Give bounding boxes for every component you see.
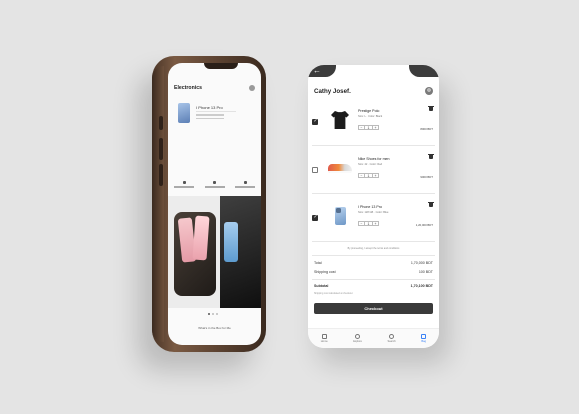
minus-button[interactable]: − (358, 125, 365, 130)
feature-row (174, 181, 255, 193)
subtotal-row: Subtotal 1,70,100 BDT (314, 284, 433, 288)
feature-item (174, 181, 194, 193)
status-ear-left: ← (308, 65, 336, 77)
product-card[interactable]: I Phone 13 Pro (178, 103, 255, 125)
product-name: I Phone 13 Pro (196, 105, 223, 110)
tab-label: Explore (353, 340, 362, 344)
plus-button[interactable]: + (372, 125, 379, 130)
quantity-value: 1 (365, 221, 372, 226)
item-name: I Phone 13 Pro (358, 205, 382, 209)
phone-image (224, 222, 238, 262)
status-bar: ← (308, 65, 439, 77)
bag-icon (421, 333, 427, 339)
left-header: Electronics (174, 83, 255, 93)
item-meta: Size: 128 GB · Color: Blue (358, 211, 389, 214)
right-phone: ← Cathy Josef. Prestige Polo Size: L · C… (308, 65, 439, 348)
avatar[interactable] (249, 85, 255, 91)
trash-icon[interactable] (428, 154, 434, 159)
trash-icon[interactable] (428, 202, 434, 207)
cart-item: Nike Shoes for men Size: 42 · Color: Red… (312, 151, 435, 203)
phone-icon (178, 103, 190, 123)
divider (312, 255, 435, 256)
user-name: Cathy Josef. (314, 87, 351, 95)
phone-icon (326, 205, 354, 227)
item-price: 8000 BDT (420, 127, 433, 131)
quantity-stepper[interactable]: − 1 + (358, 173, 379, 178)
subtotal-value: 1,70,100 BDT (410, 284, 433, 288)
tab-explore[interactable]: Explore (353, 333, 362, 344)
item-name: Nike Shoes for men (358, 157, 390, 161)
mockup-scene: Electronics I Phone 13 Pro What's in the… (0, 0, 579, 414)
shirt-icon (326, 109, 354, 131)
checkout-button[interactable]: Checkout (314, 303, 433, 314)
left-phone: Electronics I Phone 13 Pro What's in the… (152, 56, 266, 352)
phone-edge (152, 66, 164, 342)
trash-icon[interactable] (428, 106, 434, 111)
cart-item: Prestige Polo Size: L · Color: Black − 1… (312, 103, 435, 155)
quantity-value: 1 (365, 125, 372, 130)
tab-bag[interactable]: Bag (421, 333, 427, 344)
total-row: Total 1,70,000 BDT (314, 261, 433, 265)
item-checkbox[interactable] (312, 167, 318, 173)
shipping-row: Shipping cost 100 BDT (314, 270, 433, 274)
total-value: 1,70,000 BDT (410, 261, 433, 265)
shoe-icon (326, 157, 354, 179)
quantity-stepper[interactable]: − 1 + (358, 221, 379, 226)
plus-button[interactable]: + (372, 221, 379, 226)
item-price: 9000 BDT (420, 175, 433, 179)
item-meta: Size: 42 · Color: Red (358, 163, 383, 166)
minus-button[interactable]: − (358, 221, 365, 226)
box-title: What's in the Box for Me (198, 326, 231, 330)
divider (312, 279, 435, 280)
explore-icon (355, 333, 361, 339)
left-screen: Electronics I Phone 13 Pro What's in the… (168, 63, 261, 345)
category-title: Electronics (174, 85, 202, 91)
item-checkbox[interactable] (312, 214, 318, 221)
divider (312, 241, 435, 242)
tab-home[interactable]: Home (320, 333, 328, 344)
carousel-dots[interactable] (208, 313, 218, 315)
feature-item (204, 181, 225, 193)
total-label: Total (314, 261, 322, 265)
cart-item: I Phone 13 Pro Size: 128 GB · Color: Blu… (312, 199, 435, 251)
plus-button[interactable]: + (372, 173, 379, 178)
divider (312, 193, 435, 194)
tab-search[interactable]: Search (387, 333, 396, 344)
divider (312, 145, 435, 146)
quantity-stepper[interactable]: − 1 + (358, 125, 379, 130)
shipping-value: 100 BDT (418, 270, 433, 274)
tab-label: Bag (421, 340, 427, 344)
minus-button[interactable]: − (358, 173, 365, 178)
quantity-value: 1 (365, 173, 372, 178)
volume-down-button (159, 164, 163, 186)
notch (204, 63, 238, 69)
item-price: 1,20,000 BDT (415, 223, 433, 227)
shipping-note: Shipping cost calculated at checkout (314, 292, 353, 295)
item-name: Prestige Polo (358, 109, 380, 113)
hero-image[interactable] (168, 196, 261, 308)
side-button (159, 116, 163, 130)
cart-header: Cathy Josef. (314, 85, 433, 97)
search-icon (389, 333, 395, 339)
tab-label: Home (320, 340, 328, 344)
bottom-tab-bar: Home Explore Search Bag (308, 328, 439, 348)
volume-up-button (159, 138, 163, 160)
home-icon (321, 333, 327, 339)
status-ear-right (409, 65, 439, 77)
item-checkbox[interactable] (312, 118, 318, 125)
subtotal-label: Subtotal (314, 284, 329, 288)
item-meta: Size: L · Color: Black (358, 115, 383, 118)
arrow-left-icon[interactable]: ← (313, 66, 321, 76)
avatar[interactable] (425, 87, 433, 95)
terms-text: By proceeding, I accept the terms and co… (347, 247, 400, 250)
product-details (196, 111, 236, 119)
feature-item (235, 181, 255, 193)
shipping-label: Shipping cost (314, 270, 336, 274)
tab-label: Search (387, 340, 396, 344)
